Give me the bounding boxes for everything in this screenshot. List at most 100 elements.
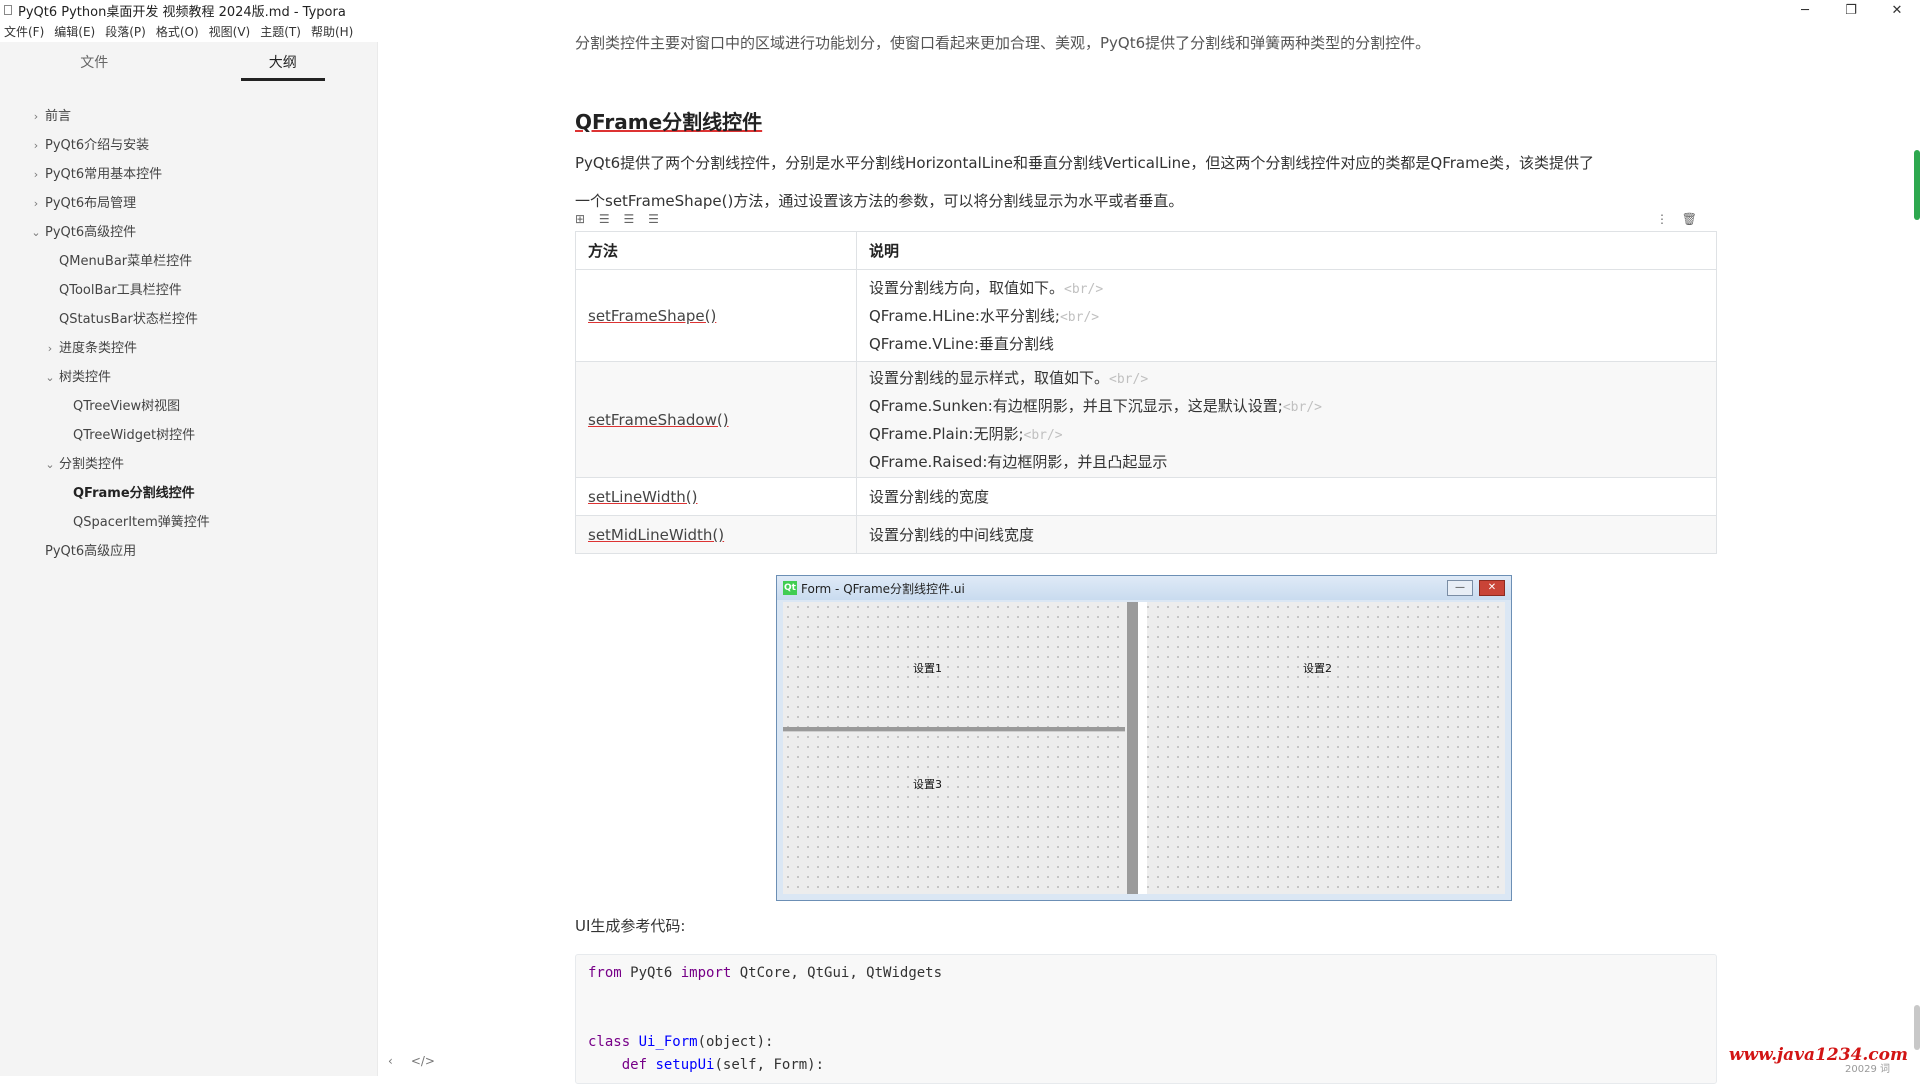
table-cell-description[interactable]: 设置分割线的中间线宽度 xyxy=(856,515,1717,554)
table-row[interactable]: setMidLineWidth() 设置分割线的中间线宽度 xyxy=(575,515,1717,554)
outline-item[interactable]: QFrame分割线控件 xyxy=(0,479,377,508)
scrollbar-secondary-thumb[interactable] xyxy=(1914,1005,1920,1050)
table-cell-method[interactable]: setFrameShadow() xyxy=(575,361,857,478)
outline-item-label: QSpacerItem弹簧控件 xyxy=(73,515,210,530)
table-cell-method[interactable]: setMidLineWidth() xyxy=(575,515,857,554)
align-center-icon[interactable]: ☰ xyxy=(623,212,634,226)
outline-item[interactable]: PyQt6高级应用 xyxy=(0,537,377,566)
br-tag: <br/> xyxy=(1109,371,1149,387)
table-header-method[interactable]: 方法 xyxy=(575,231,857,270)
methods-table[interactable]: 方法 说明 setFrameShape() 设置分割线方向，取值如下。<br/> Q… xyxy=(575,231,1717,554)
menu-item[interactable]: 视图(V) xyxy=(205,22,257,42)
outline-item[interactable]: › 进度条类控件 xyxy=(0,334,377,363)
chevron-down-icon[interactable]: ⌄ xyxy=(44,450,56,479)
table-cell-method[interactable]: setFrameShape() xyxy=(575,269,857,362)
tab-files[interactable]: 文件 xyxy=(0,42,189,88)
minimize-button[interactable]: ─ xyxy=(1782,0,1828,20)
description-text: 设置分割线方向，取值如下。 xyxy=(869,278,1065,297)
code-line: def setupUi(self, Form): xyxy=(621,1057,825,1073)
outline-item-label: 分割类控件 xyxy=(59,457,125,472)
chevron-right-icon[interactable]: › xyxy=(30,131,42,160)
outline-item[interactable]: QToolBar工具栏控件 xyxy=(0,276,377,305)
table-cell-description[interactable]: 设置分割线方向，取值如下。<br/> QFrame.HLine:水平分割线;<br… xyxy=(856,269,1717,362)
delete-table-icon[interactable]: 🗑 xyxy=(1682,212,1697,226)
table-grid-icon[interactable]: ⊞ xyxy=(575,212,585,226)
tab-outline[interactable]: 大纲 xyxy=(189,42,378,88)
title-bar: PyQt6 Python桌面开发 视频教程 2024版.md - Typora … xyxy=(0,0,1920,20)
menu-item[interactable]: 格式(O) xyxy=(152,22,205,42)
table-row[interactable]: setLineWidth() 设置分割线的宽度 xyxy=(575,477,1717,516)
menu-item[interactable]: 主题(T) xyxy=(256,22,307,42)
restore-button[interactable]: ❐ xyxy=(1828,0,1874,20)
qt-logo-icon: Qt xyxy=(783,581,797,595)
outline-item[interactable]: ⌄ PyQt6高级控件 xyxy=(0,218,377,247)
outline-tree: › 前言 › PyQt6介绍与安装 › PyQt6常用基本控件 › PyQt6布局管理 ⌄ PyQ… xyxy=(0,88,377,566)
description-text: 设置分割线的显示样式，取值如下。 xyxy=(869,368,1110,387)
outline-item[interactable]: › 前言 xyxy=(0,102,377,131)
outline-item-label: QFrame分割线控件 xyxy=(73,486,195,501)
code-line: from PyQt6 import QtCore, QtGui, QtWidge… xyxy=(588,965,943,981)
sidebar: 文件 大纲 › 前言 › PyQt6介绍与安装 › PyQt6常用基本控件 › PyQt6布局… xyxy=(0,42,378,1076)
table-row[interactable]: setFrameShadow() 设置分割线的显示样式，取值如下。<br/> QFr… xyxy=(575,361,1717,478)
menu-item[interactable]: 帮助(H) xyxy=(307,22,359,42)
chevron-right-icon[interactable]: › xyxy=(44,334,56,363)
vertical-line-frame xyxy=(1127,602,1138,894)
table-cell-method[interactable]: setLineWidth() xyxy=(575,477,857,516)
table-cell-description[interactable]: 设置分割线的显示样式，取值如下。<br/> QFrame.Sunken:有边框阴影… xyxy=(856,361,1717,478)
outline-item-label: 进度条类控件 xyxy=(59,341,138,356)
outline-item[interactable]: QTreeView树视图 xyxy=(0,392,377,421)
chevron-right-icon[interactable]: › xyxy=(30,160,42,189)
scrollbar-thumb[interactable] xyxy=(1914,150,1920,220)
outline-item-label: PyQt6常用基本控件 xyxy=(45,167,163,182)
qt-form-titlebar: Qt Form - QFrame分割线控件.ui — ✕ xyxy=(777,576,1511,600)
editor-area[interactable]: 分割类控件主要对窗口中的区域进行功能划分，使窗口看起来更加合理、美观，PyQt6… xyxy=(379,34,1920,1084)
app-icon xyxy=(4,5,12,15)
vertical-line-highlight xyxy=(1138,602,1147,894)
menu-bar: 文件(F) 编辑(E) 段落(P) 格式(O) 视图(V) 主题(T) 帮助(H) xyxy=(0,22,359,42)
outline-item[interactable]: QSpacerItem弹簧控件 xyxy=(0,508,377,537)
qt-form-screenshot: Qt Form - QFrame分割线控件.ui — ✕ 设置1 设置2 设置3 xyxy=(776,575,1512,901)
outline-item[interactable]: › PyQt6常用基本控件 xyxy=(0,160,377,189)
outline-item[interactable]: QMenuBar菜单栏控件 xyxy=(0,247,377,276)
align-right-icon[interactable]: ☰ xyxy=(648,212,659,226)
chevron-right-icon[interactable]: › xyxy=(30,189,42,218)
table-cell-description[interactable]: 设置分割线的宽度 xyxy=(856,477,1717,516)
outline-item[interactable]: ⌄ 树类控件 xyxy=(0,363,377,392)
outline-item[interactable]: ⌄ 分割类控件 xyxy=(0,450,377,479)
menu-item[interactable]: 文件(F) xyxy=(0,22,50,42)
outline-item-label: QTreeWidget树控件 xyxy=(73,428,196,443)
outline-item-label: QTreeView树视图 xyxy=(73,399,181,414)
qt-label-setting1: 设置1 xyxy=(913,662,942,675)
outline-item[interactable]: › PyQt6布局管理 xyxy=(0,189,377,218)
table-header-description[interactable]: 说明 xyxy=(856,231,1717,270)
align-left-icon[interactable]: ☰ xyxy=(599,212,610,226)
description-line: 设置分割线的中间线宽度 xyxy=(869,522,1704,548)
window-title: PyQt6 Python桌面开发 视频教程 2024版.md - Typora xyxy=(18,4,346,20)
outline-item[interactable]: QTreeWidget树控件 xyxy=(0,421,377,450)
outline-item[interactable]: QStatusBar状态栏控件 xyxy=(0,305,377,334)
outline-item-label: PyQt6高级控件 xyxy=(45,225,137,240)
description-line: QFrame.Raised:有边框阴影，并且凸起显示 xyxy=(869,449,1704,475)
horizontal-line-frame xyxy=(783,727,1125,732)
menu-item[interactable]: 编辑(E) xyxy=(50,22,101,42)
br-tag: <br/> xyxy=(1064,281,1104,297)
outline-item-label: QToolBar工具栏控件 xyxy=(59,283,182,298)
br-tag: <br/> xyxy=(1023,427,1063,443)
chevron-down-icon[interactable]: ⌄ xyxy=(44,363,56,392)
close-button[interactable]: ✕ xyxy=(1874,0,1920,20)
description-text: 设置分割线的中间线宽度 xyxy=(869,525,1035,544)
qt-form-title: Form - QFrame分割线控件.ui xyxy=(801,581,965,596)
menu-item[interactable]: 段落(P) xyxy=(101,22,152,42)
br-tag: <br/> xyxy=(1059,309,1100,325)
chevron-down-icon[interactable]: ⌄ xyxy=(30,218,42,247)
chevron-right-icon[interactable]: › xyxy=(30,102,42,131)
code-block[interactable]: from PyQt6 import QtCore, QtGui, QtWidge… xyxy=(575,954,1717,1084)
outline-item[interactable]: › PyQt6介绍与安装 xyxy=(0,131,377,160)
table-row[interactable]: setFrameShape() 设置分割线方向，取值如下。<br/> QFrame.… xyxy=(575,269,1717,362)
code-line: class Ui_Form(object): xyxy=(588,1034,774,1050)
description-line: QFrame.Plain:无阴影;<br/> xyxy=(869,421,1704,449)
br-tag: <br/> xyxy=(1282,399,1322,415)
more-options-icon[interactable]: ⋮ xyxy=(1656,212,1668,226)
method-name: setLineWidth() xyxy=(588,487,698,506)
